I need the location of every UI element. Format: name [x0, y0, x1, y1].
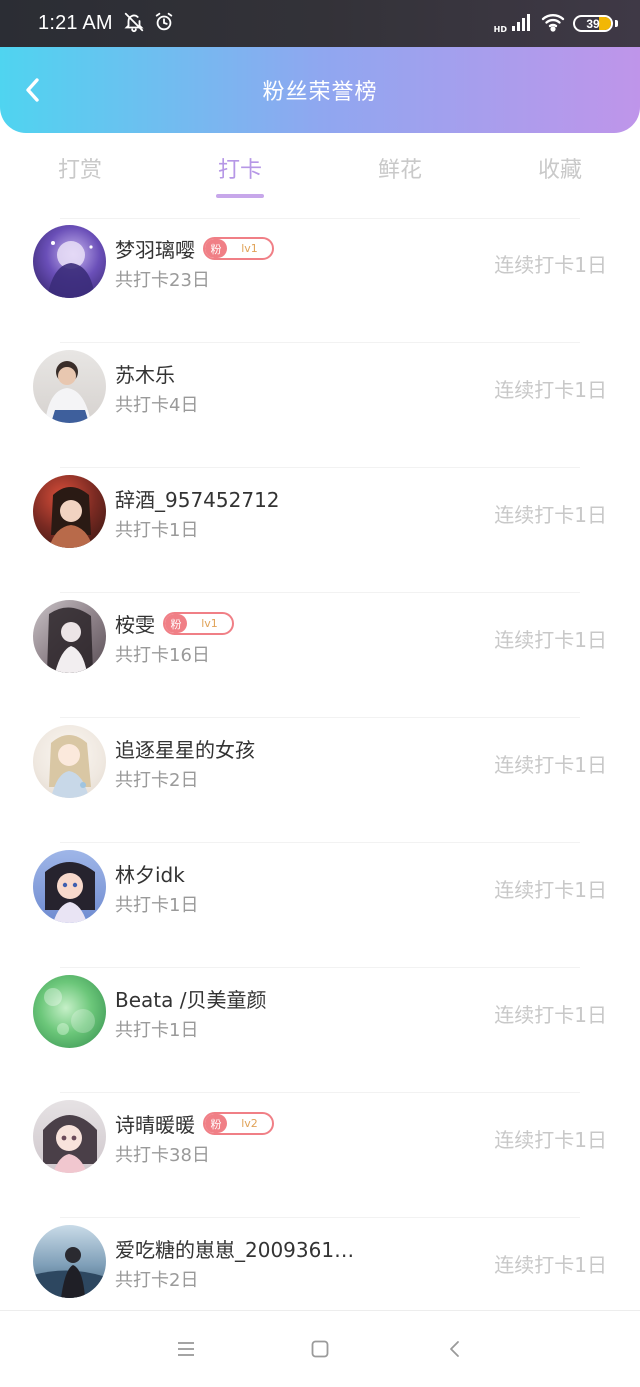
list-item[interactable]: 追逐星星的女孩 共打卡2日 连续打卡1日	[0, 718, 640, 843]
list-item[interactable]: 梦羽璃嘤 粉 lv1 共打卡23日 连续打卡1日	[0, 218, 640, 343]
tab-label: 收藏	[537, 158, 582, 183]
name-line: 苏木乐	[115, 359, 175, 388]
tab-flowers[interactable]: 鲜花	[320, 140, 480, 202]
avatar[interactable]	[33, 850, 106, 923]
avatar[interactable]	[33, 350, 106, 423]
fan-level-badge: 粉 lv2	[203, 1112, 274, 1135]
avatar[interactable]	[33, 1100, 106, 1173]
tab-label: 打卡	[217, 158, 262, 183]
battery-level: 39	[586, 16, 600, 31]
tab-label: 打赏	[57, 158, 102, 183]
badge-level: lv2	[241, 1117, 258, 1130]
fan-name: 桉雯	[115, 613, 155, 637]
streak-checkins: 连续打卡1日	[494, 1253, 607, 1277]
alarm-icon	[153, 11, 175, 37]
tab-favorites[interactable]: 收藏	[480, 140, 640, 202]
signal-icon	[511, 12, 533, 36]
streak-checkins: 连续打卡1日	[494, 1128, 607, 1152]
bell-muted-icon	[123, 11, 145, 37]
fan-name: Beata /贝美童颜	[115, 988, 267, 1012]
header-bar: 粉丝荣誉榜	[0, 47, 640, 133]
streak-checkins: 连续打卡1日	[494, 753, 607, 777]
name-line: 爱吃糖的崽崽_20093618...	[115, 1234, 365, 1263]
total-checkins: 共打卡2日	[115, 1270, 199, 1291]
list-item[interactable]: 桉雯 粉 lv1 共打卡16日 连续打卡1日	[0, 593, 640, 718]
status-time: 1:21 AM	[38, 12, 113, 34]
name-line: 辞酒_957452712	[115, 484, 280, 513]
streak-checkins: 连续打卡1日	[494, 253, 607, 277]
network-label: HD	[493, 24, 507, 34]
list-item[interactable]: 林夕idk 共打卡1日 连续打卡1日	[0, 843, 640, 968]
back-button[interactable]	[18, 75, 48, 105]
total-checkins: 共打卡16日	[115, 645, 210, 666]
fan-level-badge: 粉 lv1	[163, 612, 234, 635]
list-item[interactable]: 辞酒_957452712 共打卡1日 连续打卡1日	[0, 468, 640, 593]
fan-name: 梦羽璃嘤	[115, 238, 195, 262]
badge-prefix: 粉	[205, 1114, 227, 1133]
name-line: 梦羽璃嘤 粉 lv1	[115, 234, 274, 263]
avatar[interactable]	[33, 1225, 106, 1298]
fan-name: 诗晴暖暖	[115, 1113, 195, 1137]
total-checkins: 共打卡1日	[115, 895, 199, 916]
streak-checkins: 连续打卡1日	[494, 878, 607, 902]
list-item[interactable]: 苏木乐 共打卡4日 连续打卡1日	[0, 343, 640, 468]
fan-name: 辞酒_957452712	[115, 488, 280, 512]
back-nav-button[interactable]	[387, 1329, 521, 1369]
streak-checkins: 连续打卡1日	[494, 628, 607, 652]
avatar[interactable]	[33, 225, 106, 298]
streak-checkins: 连续打卡1日	[494, 1003, 607, 1027]
avatar[interactable]	[33, 475, 106, 548]
wifi-icon	[541, 12, 565, 36]
status-right: HD 39	[494, 12, 618, 36]
chevron-left-icon	[26, 78, 39, 102]
badge-level: lv1	[241, 242, 258, 255]
battery-tip	[615, 20, 618, 27]
recents-button[interactable]	[119, 1329, 253, 1369]
total-checkins: 共打卡1日	[115, 520, 199, 541]
total-checkins: 共打卡23日	[115, 270, 210, 291]
name-line: Beata /贝美童颜	[115, 984, 266, 1013]
system-nav-bar	[0, 1310, 640, 1387]
list-item[interactable]: 诗晴暖暖 粉 lv2 共打卡38日 连续打卡1日	[0, 1093, 640, 1218]
badge-prefix: 粉	[165, 614, 187, 633]
name-line: 林夕idk	[115, 859, 185, 888]
name-line: 桉雯 粉 lv1	[115, 609, 234, 638]
home-button[interactable]	[253, 1329, 387, 1369]
badge-level: lv1	[201, 617, 218, 630]
badge-prefix: 粉	[205, 239, 227, 258]
fan-name: 追逐星星的女孩	[115, 738, 255, 762]
name-line: 追逐星星的女孩	[115, 734, 255, 763]
total-checkins: 共打卡38日	[115, 1145, 210, 1166]
page-title: 粉丝荣誉榜	[262, 80, 378, 105]
fan-name: 爱吃糖的崽崽_20093618...	[115, 1238, 365, 1262]
avatar[interactable]	[33, 725, 106, 798]
fan-level-badge: 粉 lv1	[203, 237, 274, 260]
streak-checkins: 连续打卡1日	[494, 503, 607, 527]
tab-reward[interactable]: 打赏	[0, 140, 160, 202]
status-bar: 1:21 AM HD 39	[0, 0, 640, 47]
fan-name: 林夕idk	[115, 863, 185, 887]
tab-active-indicator	[216, 194, 264, 198]
battery-icon: 39	[573, 15, 613, 32]
tab-bar: 打赏 打卡 鲜花 收藏	[0, 140, 640, 202]
tab-checkin[interactable]: 打卡	[160, 140, 320, 202]
tab-label: 鲜花	[377, 158, 422, 183]
fan-name: 苏木乐	[115, 363, 175, 387]
name-line: 诗晴暖暖 粉 lv2	[115, 1109, 274, 1138]
total-checkins: 共打卡1日	[115, 1020, 199, 1041]
back-triangle-icon	[450, 1341, 459, 1357]
status-left-icons	[123, 11, 175, 37]
battery-fill	[598, 17, 611, 30]
avatar[interactable]	[33, 600, 106, 673]
list-item[interactable]: Beata /贝美童颜 共打卡1日 连续打卡1日	[0, 968, 640, 1093]
streak-checkins: 连续打卡1日	[494, 378, 607, 402]
avatar[interactable]	[33, 975, 106, 1048]
home-square-icon	[311, 1340, 329, 1358]
total-checkins: 共打卡4日	[115, 395, 199, 416]
menu-icon	[178, 1342, 194, 1356]
total-checkins: 共打卡2日	[115, 770, 199, 791]
